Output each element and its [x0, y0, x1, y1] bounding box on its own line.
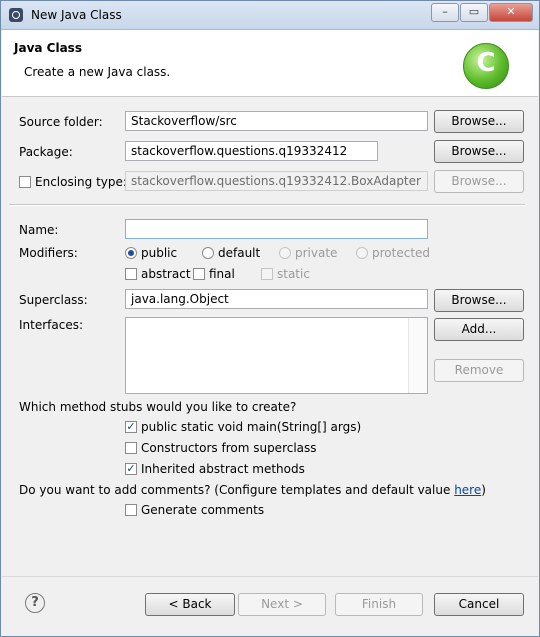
- enclosing-type-browse-button: Browse...: [434, 170, 524, 193]
- package-label: Package:: [19, 145, 73, 159]
- source-folder-input[interactable]: Stackoverflow/src: [125, 111, 428, 131]
- finish-button: Finish: [335, 593, 423, 616]
- stub-inherited-label: Inherited abstract methods: [141, 462, 305, 476]
- stub-main-checkbox[interactable]: ✓: [125, 421, 137, 433]
- maximize-button[interactable]: ▭: [460, 3, 488, 22]
- wizard-banner: Java Class Create a new Java class. C: [2, 30, 538, 97]
- cancel-button[interactable]: Cancel: [434, 593, 524, 616]
- method-stubs-question: Which method stubs would you like to cre…: [19, 400, 297, 414]
- eclipse-app-icon: [9, 8, 23, 22]
- footer-separator: [2, 576, 538, 577]
- package-input[interactable]: stackoverflow.questions.q19332412: [125, 141, 378, 161]
- configure-templates-link[interactable]: here: [454, 483, 481, 497]
- modifier-protected-label: protected: [372, 246, 431, 260]
- enclosing-type-label: Enclosing type:: [35, 175, 127, 189]
- new-java-class-dialog: New Java Class – ▭ ✕ Java Class Create a…: [0, 0, 540, 637]
- interfaces-remove-button: Remove: [434, 359, 524, 382]
- separator: [9, 204, 525, 206]
- package-browse-button[interactable]: Browse...: [434, 140, 524, 163]
- modifier-public-radio[interactable]: [125, 247, 137, 259]
- interfaces-label: Interfaces:: [19, 318, 84, 332]
- banner-heading: Java Class: [14, 41, 82, 55]
- modifier-default-radio[interactable]: [202, 247, 214, 259]
- modifiers-label: Modifiers:: [19, 246, 78, 260]
- source-folder-browse-button[interactable]: Browse...: [434, 110, 524, 133]
- modifier-static-checkbox: [261, 268, 273, 280]
- interfaces-list[interactable]: [125, 317, 428, 394]
- window-title: New Java Class: [31, 8, 122, 22]
- interfaces-list-scrollbar[interactable]: [408, 318, 427, 393]
- enclosing-type-input: stackoverflow.questions.q19332412.BoxAda…: [125, 171, 428, 191]
- name-label: Name:: [19, 223, 59, 237]
- superclass-label: Superclass:: [19, 293, 88, 307]
- minimize-button[interactable]: –: [431, 3, 459, 22]
- stub-constructors-label: Constructors from superclass: [141, 441, 317, 455]
- interfaces-add-button[interactable]: Add...: [434, 318, 524, 341]
- source-folder-label: Source folder:: [19, 115, 103, 129]
- modifier-protected-radio: [356, 247, 368, 259]
- stub-main-label: public static void main(String[] args): [141, 420, 362, 434]
- stub-inherited-checkbox[interactable]: ✓: [125, 463, 137, 475]
- modifier-abstract-label: abstract: [141, 267, 191, 281]
- generate-comments-label: Generate comments: [141, 503, 265, 517]
- back-button[interactable]: < Back: [145, 593, 235, 616]
- superclass-browse-button[interactable]: Browse...: [434, 289, 524, 312]
- help-icon[interactable]: ?: [25, 593, 45, 613]
- modifier-static-label: static: [277, 267, 310, 281]
- modifier-final-checkbox[interactable]: [193, 268, 205, 280]
- logo-letter: C: [476, 48, 496, 78]
- modifier-abstract-checkbox[interactable]: [125, 268, 137, 280]
- title-bar: New Java Class – ▭ ✕: [1, 1, 539, 30]
- modifier-default-label: default: [218, 246, 261, 260]
- modifier-private-label: private: [295, 246, 338, 260]
- java-class-logo-icon: C: [463, 43, 509, 89]
- generate-comments-checkbox[interactable]: [125, 504, 137, 516]
- modifier-public-label: public: [141, 246, 178, 260]
- next-button: Next >: [238, 593, 326, 616]
- enclosing-type-checkbox[interactable]: [19, 176, 31, 188]
- name-input[interactable]: [125, 219, 428, 239]
- banner-subtitle: Create a new Java class.: [24, 65, 171, 79]
- close-button[interactable]: ✕: [489, 3, 533, 22]
- stub-constructors-checkbox[interactable]: [125, 442, 137, 454]
- comments-question: Do you want to add comments? (Configure …: [19, 483, 486, 497]
- superclass-input[interactable]: java.lang.Object: [125, 289, 428, 309]
- modifier-final-label: final: [209, 267, 235, 281]
- comments-question-suffix: ): [481, 483, 486, 497]
- comments-question-text: Do you want to add comments? (Configure …: [19, 483, 455, 497]
- modifier-private-radio: [279, 247, 291, 259]
